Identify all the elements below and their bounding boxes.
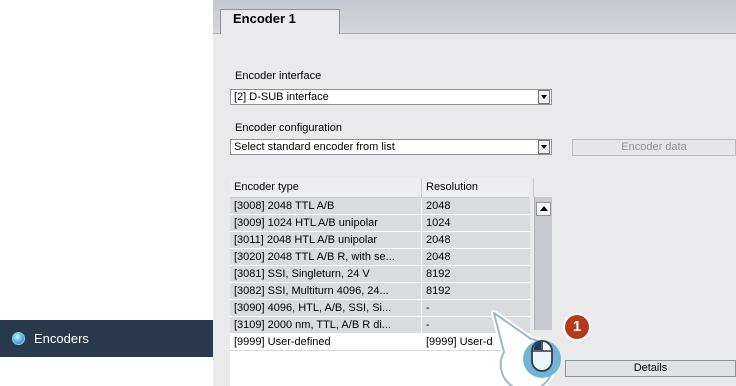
encoder-data-button[interactable]: Encoder data [572,139,736,156]
encoder-configuration-dropdown[interactable]: Select standard encoder from list [230,139,552,155]
cell-encoder-type: [3020] 2048 TTL A/B R, with se... [230,249,422,266]
cell-resolution: 2048 [422,198,530,215]
cell-encoder-type: [3009] 1024 HTL A/B unipolar [230,215,422,232]
cell-encoder-type: [3090] 4096, HTL, A/B, SSI, Si... [230,300,422,317]
cell-encoder-type: [3008] 2048 TTL A/B [230,198,422,215]
table-row[interactable]: [3082] SSI, Multiturn 4096, 24... 8192 [230,283,530,300]
table-row[interactable]: [3020] 2048 TTL A/B R, with se... 2048 [230,249,530,266]
encoder-type-table: Encoder type Resolution [3008] 2048 TTL … [230,178,552,386]
cell-encoder-type: [9999] User-defined [230,334,422,351]
tab-strip: Encoder 1 [213,0,736,34]
cell-resolution: 1024 [422,215,530,232]
scroll-up-icon[interactable] [536,202,551,216]
cell-resolution[interactable]: [9999] User-d [422,334,530,351]
table-row[interactable]: [3011] 2048 HTL A/B unipolar 2048 [230,232,530,249]
table-row[interactable]: [3009] 1024 HTL A/B unipolar 1024 [230,215,530,232]
cell-encoder-type: [3082] SSI, Multiturn 4096, 24... [230,283,422,300]
encoder-configuration-value: Select standard encoder from list [234,141,395,153]
cell-resolution: 8192 [422,266,530,283]
cell-resolution: 8192 [422,283,530,300]
cell-resolution: 2048 [422,249,530,266]
encoder-interface-label: Encoder interface [235,70,322,82]
details-button[interactable]: Details [565,360,736,377]
cell-resolution: - [422,317,530,334]
encoder-configuration-label: Encoder configuration [235,122,343,134]
column-header-encoder-type[interactable]: Encoder type [230,178,422,197]
table-scrollbar[interactable] [534,197,552,330]
encoder-interface-dropdown[interactable]: [2] D-SUB interface [230,89,552,105]
nav-item-encoders[interactable]: Encoders [0,320,213,357]
encoder-panel: Encoder 1 Encoder interface [2] D-SUB in… [213,0,736,386]
table-row[interactable]: [3109] 2000 nm, TTL, A/B R di... - [230,317,530,334]
table-row[interactable]: [3008] 2048 TTL A/B 2048 [230,198,530,215]
tab-encoder-1[interactable]: Encoder 1 [220,9,340,34]
cell-resolution: - [422,300,530,317]
table-row[interactable]: [3081] SSI, Singleturn, 24 V 8192 [230,266,530,283]
chevron-down-icon[interactable] [538,90,550,104]
cell-encoder-type: [3109] 2000 nm, TTL, A/B R di... [230,317,422,334]
step-number-badge: 1 [563,313,591,341]
nav-item-label: Encoders [34,331,89,346]
bullet-icon [12,332,25,345]
table-row[interactable]: [3090] 4096, HTL, A/B, SSI, Si... - [230,300,530,317]
chevron-down-icon[interactable] [538,140,550,154]
cell-encoder-type: [3011] 2048 HTL A/B unipolar [230,232,422,249]
cell-resolution: 2048 [422,232,530,249]
table-row[interactable]: [9999] User-defined [9999] User-d [230,334,530,351]
column-header-resolution[interactable]: Resolution [422,178,534,197]
table-header: Encoder type Resolution [230,178,534,198]
cell-encoder-type: [3081] SSI, Singleturn, 24 V [230,266,422,283]
encoder-interface-value: [2] D-SUB interface [234,91,329,103]
